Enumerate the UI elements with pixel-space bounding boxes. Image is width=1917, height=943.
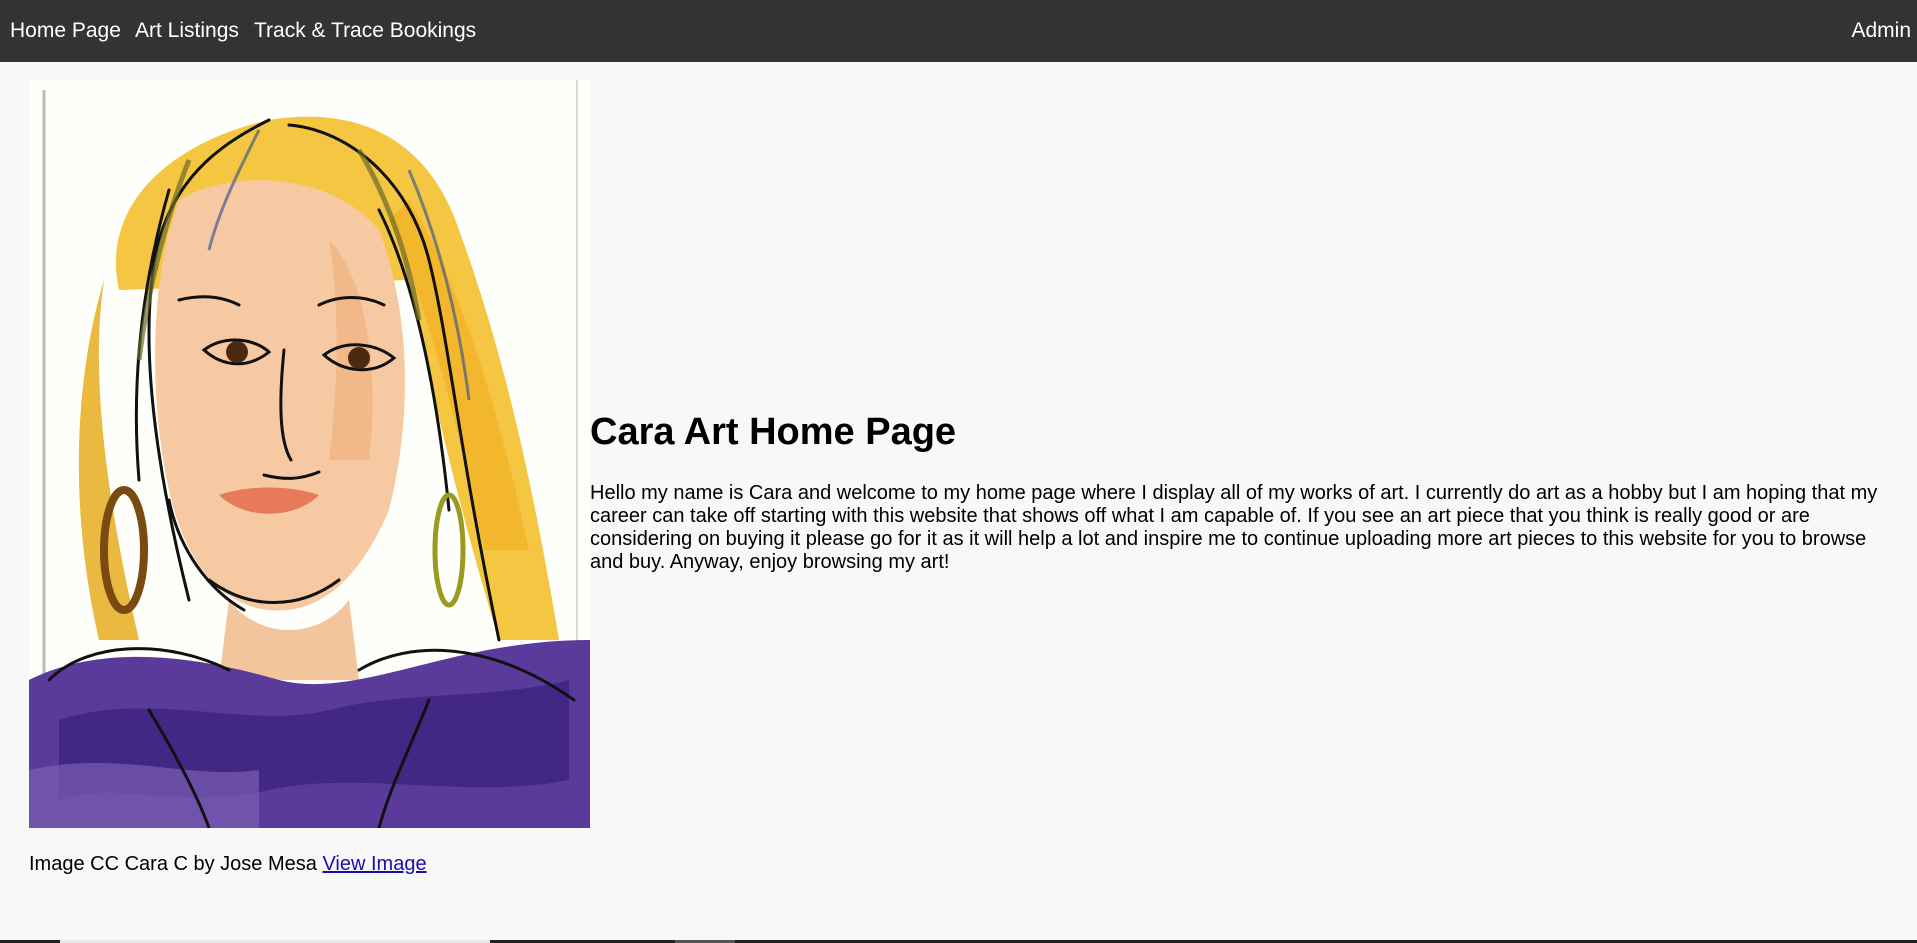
nav-track-trace-link[interactable]: Track & Trace Bookings [254,0,476,62]
page-title: Cara Art Home Page [590,411,957,453]
nav-home-link[interactable]: Home Page [10,0,121,62]
view-image-link[interactable]: View Image [322,853,426,875]
nav-art-listings-link[interactable]: Art Listings [135,0,239,62]
image-credit: Image CC Cara C by Jose Mesa View Image [29,852,427,876]
main-content: Cara Art Home Page Hello my name is Cara… [590,402,1890,574]
portrait-image [29,80,590,828]
image-credit-text: Image CC Cara C by Jose Mesa [29,853,323,875]
nav-admin-link[interactable]: Admin [1851,0,1911,62]
intro-paragraph: Hello my name is Cara and welcome to my … [590,482,1878,573]
top-navbar: Home Page Art Listings Track & Trace Boo… [0,0,1917,62]
